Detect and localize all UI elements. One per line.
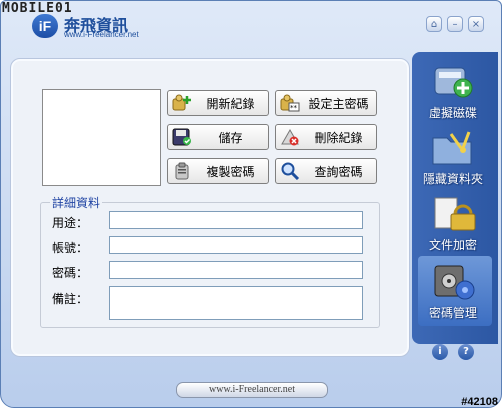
file-encrypt-icon xyxy=(429,194,477,234)
new-record-icon xyxy=(171,93,193,113)
master-password-icon: ** xyxy=(279,93,301,113)
delete-record-button[interactable]: 刪除紀錄 xyxy=(275,124,377,150)
set-master-password-button[interactable]: ** 設定主密碼 xyxy=(275,90,377,116)
purpose-input[interactable] xyxy=(109,211,363,229)
help-button[interactable]: ? xyxy=(458,344,474,360)
sidebar-label-file-encrypt: 文件加密 xyxy=(428,238,477,252)
close-button[interactable]: × xyxy=(468,16,484,32)
open-record-label: 開新紀錄 xyxy=(206,96,255,111)
close-icon: × xyxy=(471,18,481,30)
info-icon: i xyxy=(438,346,442,357)
sidebar-item-hidden-folder[interactable]: 隱藏資料夾 xyxy=(418,128,488,187)
note-label: 備註： xyxy=(52,292,89,306)
brand-logo: iF xyxy=(32,14,58,38)
virtual-disk-icon xyxy=(429,62,477,102)
save-button[interactable]: 儲存 xyxy=(167,124,269,150)
query-password-label: 查詢密碼 xyxy=(314,164,363,179)
about-button[interactable]: i xyxy=(432,344,448,360)
purpose-label: 用途： xyxy=(52,216,89,230)
query-password-button[interactable]: 查詢密碼 xyxy=(275,158,377,184)
sidebar-label-password-manager: 密碼管理 xyxy=(428,306,477,320)
record-list[interactable] xyxy=(42,89,161,186)
account-input[interactable] xyxy=(109,236,363,254)
delete-record-label: 刪除紀錄 xyxy=(314,130,363,145)
watermark-text: MOBILE01 xyxy=(2,1,73,16)
set-master-password-label: 設定主密碼 xyxy=(308,96,369,111)
delete-record-icon xyxy=(279,127,301,147)
password-input[interactable] xyxy=(109,261,363,279)
account-label: 帳號： xyxy=(52,241,89,255)
details-title: 詳細資料 xyxy=(50,194,103,211)
corner-tag: #42108 xyxy=(461,396,498,408)
home-icon: ⌂ xyxy=(430,18,438,30)
copy-password-label: 複製密碼 xyxy=(206,164,255,179)
hidden-folder-icon xyxy=(429,128,477,168)
open-record-button[interactable]: 開新紀錄 xyxy=(167,90,269,116)
sidebar-label-virtual-disk: 虛擬磁碟 xyxy=(428,106,477,120)
footer-url[interactable]: www.i-Freelancer.net xyxy=(176,382,328,398)
save-label: 儲存 xyxy=(218,130,243,145)
sidebar-item-password-manager[interactable]: 密碼管理 xyxy=(418,262,488,321)
minimize-button[interactable]: – xyxy=(447,16,463,32)
copy-password-icon xyxy=(171,161,193,181)
password-manager-icon xyxy=(429,262,477,302)
minimize-icon: – xyxy=(452,18,458,30)
home-button[interactable]: ⌂ xyxy=(426,16,442,32)
sidebar-item-file-encrypt[interactable]: 文件加密 xyxy=(418,194,488,253)
brand-url: www.i-Freelancer.net xyxy=(64,30,139,39)
save-icon xyxy=(171,127,193,147)
note-textarea[interactable] xyxy=(109,286,363,320)
copy-password-button[interactable]: 複製密碼 xyxy=(167,158,269,184)
help-icon: ? xyxy=(463,346,469,357)
sidebar-label-hidden-folder: 隱藏資料夾 xyxy=(422,172,483,186)
magnifier-icon xyxy=(279,161,301,181)
password-label: 密碼： xyxy=(52,266,89,280)
sidebar-item-virtual-disk[interactable]: 虛擬磁碟 xyxy=(418,62,488,121)
svg-text:**: ** xyxy=(290,104,298,112)
